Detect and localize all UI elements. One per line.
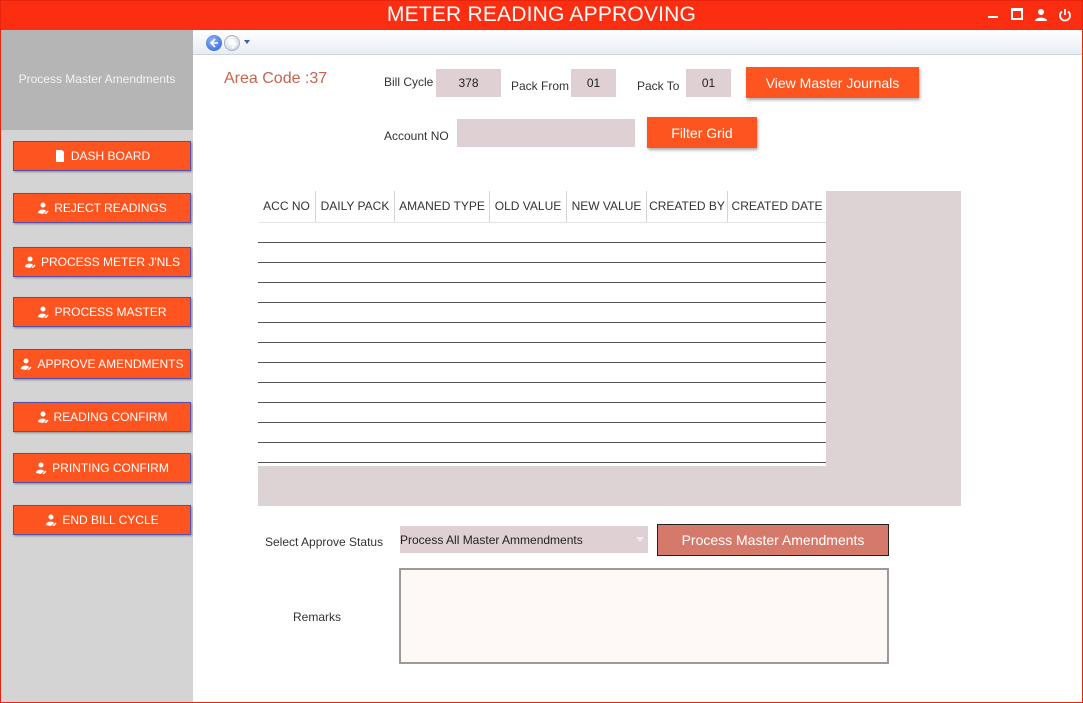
grid-row[interactable] [258, 403, 826, 423]
sidebar-item-label: PROCESS MASTER [54, 305, 167, 319]
approve-status-value: Process All Master Ammendments [400, 532, 583, 547]
account-no-field[interactable] [457, 119, 635, 147]
window-controls [986, 7, 1072, 22]
approve-status-select[interactable]: Process All Master Ammendments [400, 526, 648, 553]
amendments-grid: ACC NO DAILY PACK AMANED TYPE OLD VALUE … [258, 191, 961, 506]
user-icon[interactable] [1034, 7, 1048, 21]
user-edit-icon [25, 256, 36, 268]
sidebar-item-label: DASH BOARD [70, 149, 151, 163]
grid-row[interactable] [258, 363, 826, 383]
column-header-new-value[interactable]: NEW VALUE [567, 191, 647, 222]
user-edit-icon [38, 306, 50, 318]
sidebar-header: Process Master Amendments [1, 30, 193, 130]
grid-row[interactable] [258, 343, 826, 363]
document-icon [55, 150, 64, 162]
window-title: METER READING APPROVING [386, 3, 697, 26]
approve-status-label: Select Approve Status [265, 535, 384, 549]
back-icon[interactable] [206, 35, 222, 51]
column-header-acc-no[interactable]: ACC NO [258, 191, 316, 222]
sidebar-item-label: END BILL CYCLE [62, 513, 159, 527]
minimize-icon[interactable] [986, 7, 1000, 21]
area-code: Area Code :37 [224, 70, 328, 87]
power-icon[interactable] [1058, 7, 1072, 22]
grid-row[interactable] [258, 303, 826, 323]
sidebar-item-process-meter-jnls[interactable]: PROCESS METER J'NLS [13, 247, 191, 277]
sidebar-item-process-master[interactable]: PROCESS MASTER [13, 297, 191, 327]
column-header-daily-pack[interactable]: DAILY PACK [316, 191, 395, 222]
sidebar-item-approve-amendments[interactable]: APPROVE AMENDMENTS [13, 349, 191, 379]
grid-row[interactable] [258, 443, 826, 463]
sidebar-item-label: REJECT READINGS [54, 201, 167, 215]
remarks-input[interactable] [399, 568, 889, 664]
sidebar-item-end-bill-cycle[interactable]: END BILL CYCLE [13, 505, 191, 535]
process-master-amendments-button[interactable]: Process Master Amendments [657, 524, 889, 556]
grid-row[interactable] [258, 423, 826, 443]
user-edit-icon [46, 514, 57, 526]
sidebar-item-label: PRINTING CONFIRM [52, 461, 169, 475]
grid-row[interactable] [258, 243, 826, 263]
bill-cycle-label: Bill Cycle [384, 75, 434, 89]
sidebar-item-label: READING CONFIRM [53, 410, 168, 424]
column-header-created-date[interactable]: CREATED DATE [728, 191, 826, 222]
sidebar-item-dashboard[interactable]: DASH BOARD [13, 141, 191, 171]
column-header-created-by[interactable]: CREATED BY [647, 191, 728, 222]
column-header-amaned-type[interactable]: AMANED TYPE [395, 191, 490, 222]
pack-from-label: Pack From [511, 79, 570, 93]
grid-row[interactable] [258, 223, 826, 243]
user-edit-icon [38, 202, 49, 214]
account-no-label: Account NO [384, 129, 449, 143]
filter-grid-button[interactable]: Filter Grid [647, 117, 757, 148]
sidebar-item-label: APPROVE AMENDMENTS [37, 357, 184, 371]
sidebar-title: Process Master Amendments [18, 72, 176, 86]
main-content: Area Code :37 Bill Cycle 378 Pack From 0… [193, 30, 1082, 702]
grid-row[interactable] [258, 383, 826, 403]
sidebar-item-reject-readings[interactable]: REJECT READINGS [13, 193, 191, 223]
title-bar: METER READING APPROVING [1, 1, 1082, 30]
pack-to-label: Pack To [637, 79, 680, 93]
history-dropdown-icon[interactable] [244, 40, 250, 44]
sidebar-item-reading-confirm[interactable]: READING CONFIRM [13, 402, 191, 432]
remarks-label: Remarks [293, 610, 342, 624]
sidebar: Process Master Amendments DASH BOARD REJ… [1, 30, 193, 702]
chevron-down-icon [636, 537, 644, 542]
user-edit-icon [37, 411, 49, 423]
user-edit-icon [36, 462, 47, 474]
grid-row[interactable] [258, 283, 826, 303]
app-window: METER READING APPROVING Process Master A… [0, 0, 1083, 703]
grid-header: ACC NO DAILY PACK AMANED TYPE OLD VALUE … [258, 191, 826, 223]
view-master-journals-button[interactable]: View Master Journals [746, 67, 919, 98]
maximize-icon[interactable] [1010, 7, 1024, 21]
user-edit-icon [21, 358, 33, 370]
column-header-old-value[interactable]: OLD VALUE [490, 191, 567, 222]
bill-cycle-field[interactable]: 378 [436, 69, 501, 97]
pack-from-field[interactable]: 01 [571, 69, 616, 97]
grid-row[interactable] [258, 263, 826, 283]
grid-row[interactable] [258, 323, 826, 343]
pack-to-field[interactable]: 01 [686, 69, 731, 97]
forward-icon[interactable] [224, 35, 240, 51]
grid-body [258, 223, 826, 466]
sidebar-item-printing-confirm[interactable]: PRINTING CONFIRM [13, 453, 191, 483]
sidebar-item-label: PROCESS METER J'NLS [41, 255, 180, 269]
navigation-bar [193, 30, 1082, 55]
